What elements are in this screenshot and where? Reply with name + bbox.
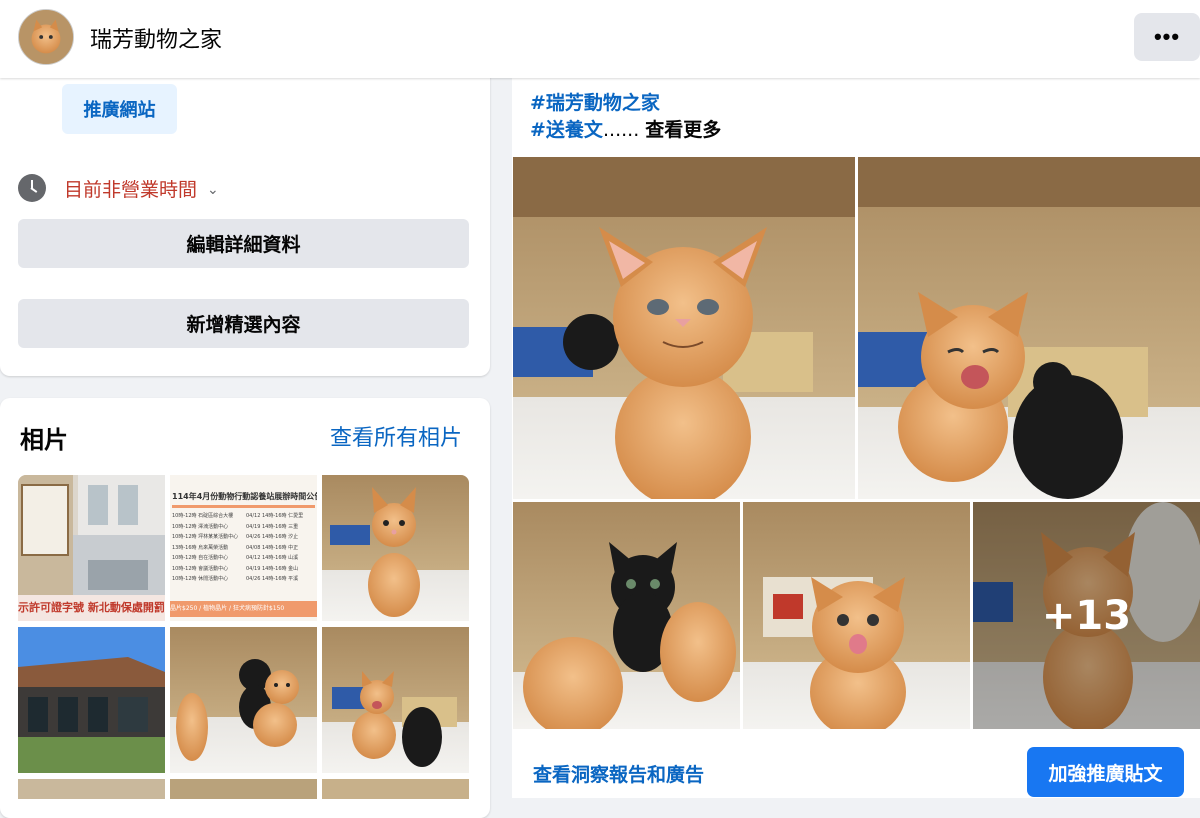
see-more-row: ...... 查看更多 (603, 115, 721, 142)
ellipsis-text: ...... (603, 119, 640, 141)
hours-row[interactable]: 目前非營業時間 ⌄ (18, 174, 219, 202)
post-photo[interactable] (743, 502, 970, 729)
hashtag-link[interactable]: #送養文 (530, 115, 603, 142)
post-photo[interactable] (513, 157, 855, 499)
photo-thumbnail[interactable]: 114年4月份動物行動認養站展辦時間公告 10時-12時 石碇區綜合大樓 10時-… (170, 475, 317, 621)
promote-website-button[interactable]: 推廣網站 (62, 84, 177, 134)
notice-left-col: 10時-12時 石碇區綜合大樓 10時-12時 澤湳活動中心 10時-12時 坪林某… (172, 513, 239, 582)
license-text: 示許可證字號 新北動保處開罰特定 (18, 601, 165, 614)
notice-right-col: 04/12 14時-16時 仁愛里 04/19 14時-16時 三重 04/26 1… (246, 513, 304, 582)
see-all-photos-link[interactable]: 查看所有相片 (330, 420, 462, 452)
photos-title: 相片 (20, 426, 68, 454)
photo-thumbnail[interactable] (18, 779, 165, 799)
photo-thumbnail[interactable] (170, 779, 317, 799)
post-photo-more[interactable]: +13 (973, 502, 1200, 729)
photo-thumbnail[interactable] (322, 627, 469, 773)
add-featured-button[interactable]: 新增精選內容 (18, 299, 469, 348)
insights-and-ads-link[interactable]: 查看洞察報告和廣告 (533, 760, 704, 787)
chevron-down-icon[interactable]: ⌄ (207, 182, 219, 198)
photo-thumbnail[interactable] (322, 475, 469, 621)
kitten-avatar-icon (19, 10, 73, 64)
notice-title: 114年4月份動物行動認養站展辦時間公告 (172, 492, 317, 501)
photo-thumbnail[interactable] (170, 627, 317, 773)
see-more-link[interactable]: 查看更多 (645, 119, 721, 141)
photo-thumbnail[interactable] (18, 627, 165, 773)
edit-details-button[interactable]: 編輯詳細資料 (18, 219, 469, 268)
page-header: 瑞芳動物之家 ••• (0, 0, 1200, 78)
post-photo[interactable] (858, 157, 1200, 499)
post-photo[interactable] (513, 502, 740, 729)
photo-thumbnail[interactable]: 示許可證字號 新北動保處開罰特定 (18, 475, 165, 621)
more-options-button[interactable]: ••• (1134, 13, 1200, 61)
boost-post-button[interactable]: 加強推廣貼文 (1027, 747, 1184, 797)
notice-footer: 晶片$250 / 植物晶片 / 狂犬病預防針$150 (170, 601, 317, 617)
hashtag-link[interactable]: #瑞芳動物之家 (530, 88, 660, 115)
page-title[interactable]: 瑞芳動物之家 (90, 22, 222, 54)
hours-status: 目前非營業時間 (64, 178, 198, 201)
clock-icon (18, 174, 46, 202)
photo-thumbnail[interactable] (322, 779, 469, 799)
page-avatar[interactable] (18, 9, 74, 65)
more-photos-count: +13 (973, 502, 1200, 729)
